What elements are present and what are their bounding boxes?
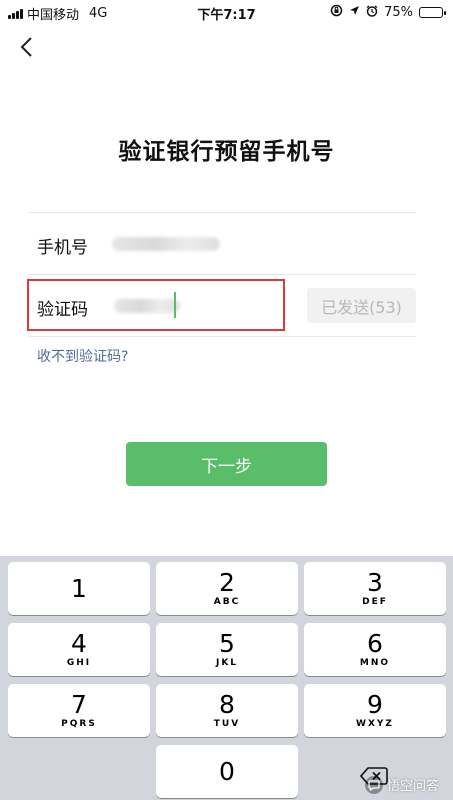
numeric-keypad: 1 2 ABC 3 DEF 4 GHI 5 JKL 6 MNO 7 PQRS 8… bbox=[0, 556, 453, 800]
speech-bubble-icon bbox=[364, 775, 383, 794]
alarm-clock-icon bbox=[366, 4, 378, 21]
battery-percent: 75% bbox=[384, 5, 413, 20]
code-label: 验证码 bbox=[37, 300, 88, 320]
status-bar: 中国移动 4G 下午7:17 75% bbox=[0, 0, 453, 24]
form-divider-middle bbox=[28, 274, 416, 275]
page-title: 验证银行预留手机号 bbox=[118, 139, 335, 165]
watermark: 悟空问答 bbox=[364, 775, 439, 794]
form-divider-bottom bbox=[28, 336, 416, 337]
watermark-text: 悟空问答 bbox=[386, 779, 439, 794]
code-not-received-link[interactable]: 收不到验证码? bbox=[37, 346, 128, 366]
form-divider-top bbox=[28, 212, 416, 213]
status-right: 75% bbox=[330, 4, 446, 21]
key-5[interactable]: 5 JKL bbox=[156, 623, 298, 676]
phone-label: 手机号 bbox=[37, 238, 88, 258]
text-cursor bbox=[174, 292, 176, 318]
key-2[interactable]: 2 ABC bbox=[156, 562, 298, 615]
phone-value-masked bbox=[112, 237, 220, 251]
chevron-left-icon bbox=[20, 37, 32, 57]
orientation-lock-icon bbox=[330, 4, 343, 21]
key-7[interactable]: 7 PQRS bbox=[8, 684, 150, 737]
next-step-button[interactable]: 下一步 bbox=[126, 442, 327, 486]
code-input[interactable] bbox=[110, 288, 280, 324]
key-1[interactable]: 1 bbox=[8, 562, 150, 615]
code-value-masked bbox=[114, 299, 180, 313]
key-3[interactable]: 3 DEF bbox=[304, 562, 446, 615]
resend-code-button[interactable]: 已发送(53) bbox=[307, 288, 416, 323]
key-6[interactable]: 6 MNO bbox=[304, 623, 446, 676]
key-0[interactable]: 0 bbox=[156, 745, 298, 798]
key-9[interactable]: 9 WXYZ bbox=[304, 684, 446, 737]
battery-icon bbox=[419, 7, 446, 18]
key-8[interactable]: 8 TUV bbox=[156, 684, 298, 737]
key-4[interactable]: 4 GHI bbox=[8, 623, 150, 676]
location-arrow-icon bbox=[349, 5, 360, 20]
back-button[interactable] bbox=[14, 34, 38, 60]
phone-input[interactable] bbox=[110, 226, 410, 262]
